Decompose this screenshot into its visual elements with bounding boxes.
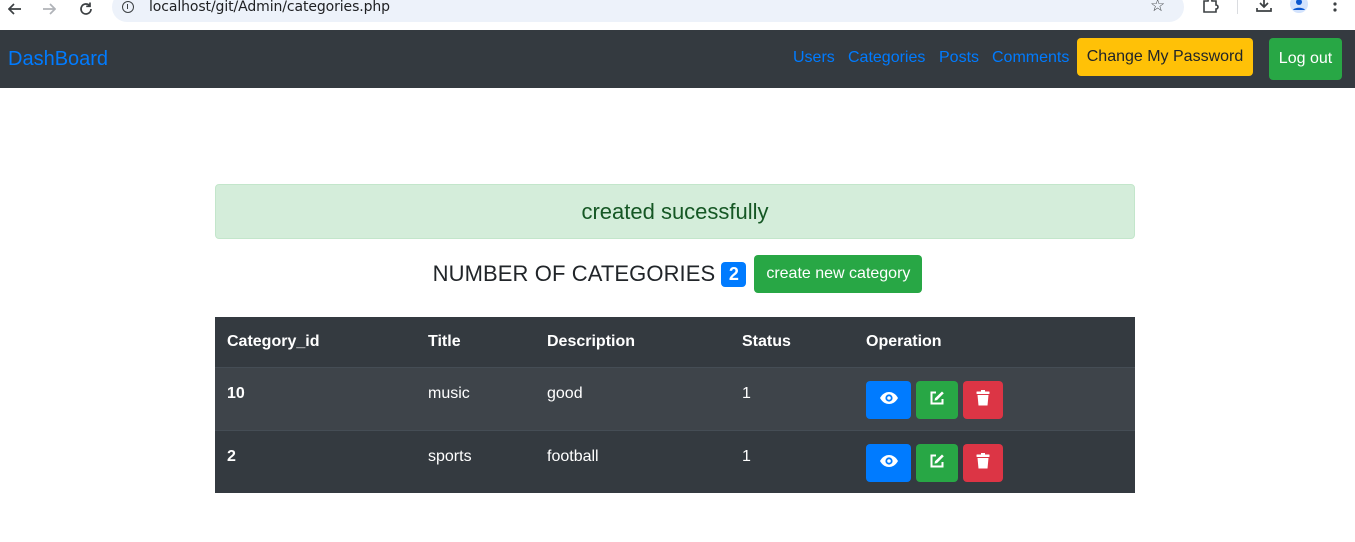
eye-icon: [879, 391, 899, 410]
brand-link[interactable]: DashBoard: [8, 48, 108, 71]
trash-icon: [976, 452, 990, 474]
nav-link-comments[interactable]: Comments: [992, 49, 1069, 67]
table-row: 2 sports football 1: [215, 430, 1135, 493]
delete-button[interactable]: [963, 444, 1003, 482]
url-text: localhost/git/Admin/categories.php: [149, 0, 390, 15]
header-status: Status: [742, 333, 791, 350]
view-button[interactable]: [866, 381, 911, 419]
table-header-row: Category_id Title Description Status Ope…: [215, 317, 1135, 367]
row-operations: [866, 381, 1008, 419]
row-operations: [866, 444, 1008, 482]
toolbar-divider: [1237, 0, 1238, 14]
alert-message: created sucessfully: [581, 198, 769, 224]
cell-status: 1: [742, 385, 751, 402]
success-alert: created sucessfully: [215, 184, 1135, 239]
nav-link-posts[interactable]: Posts: [939, 49, 979, 67]
edit-button[interactable]: [916, 444, 958, 482]
header-title: Title: [428, 333, 461, 350]
count-badge: 2: [721, 261, 747, 287]
cell-category-id: 2: [227, 448, 236, 465]
site-info-icon[interactable]: [122, 1, 134, 13]
reload-icon[interactable]: [74, 0, 98, 18]
edit-icon: [929, 390, 945, 411]
profile-avatar-icon[interactable]: [1289, 0, 1309, 19]
cell-status: 1: [742, 448, 751, 465]
table-row: 10 music good 1: [215, 367, 1135, 430]
bookmark-star-icon[interactable]: ☆: [1150, 0, 1165, 16]
header-operation: Operation: [866, 333, 942, 350]
top-navbar: DashBoard Users Categories Posts Comment…: [0, 30, 1355, 88]
forward-arrow-icon[interactable]: [37, 0, 61, 18]
nav-link-categories[interactable]: Categories: [848, 49, 925, 67]
cell-description: football: [547, 448, 599, 465]
extensions-icon[interactable]: [1202, 0, 1220, 18]
page-title: NUMBER OF CATEGORIES: [432, 261, 716, 286]
header-category-id: Category_id: [227, 333, 320, 350]
categories-summary: NUMBER OF CATEGORIES 2 create new catego…: [0, 255, 1355, 293]
eye-icon: [879, 454, 899, 473]
browser-toolbar: localhost/git/Admin/categories.php ☆: [0, 0, 1355, 30]
header-description: Description: [547, 333, 636, 350]
edit-button[interactable]: [916, 381, 958, 419]
categories-table: Category_id Title Description Status Ope…: [215, 317, 1135, 493]
create-category-button[interactable]: create new category: [754, 255, 923, 293]
edit-icon: [929, 453, 945, 474]
download-icon[interactable]: [1255, 0, 1273, 18]
change-password-button[interactable]: Change My Password: [1077, 38, 1253, 76]
nav-link-users[interactable]: Users: [793, 49, 835, 67]
cell-category-id: 10: [227, 385, 245, 402]
menu-kebab-icon[interactable]: [1332, 0, 1338, 17]
back-arrow-icon[interactable]: [3, 0, 27, 18]
cell-title: sports: [428, 448, 472, 465]
address-bar[interactable]: localhost/git/Admin/categories.php ☆: [112, 0, 1184, 22]
delete-button[interactable]: [963, 381, 1003, 419]
cell-title: music: [428, 385, 470, 402]
cell-description: good: [547, 385, 583, 402]
view-button[interactable]: [866, 444, 911, 482]
trash-icon: [976, 389, 990, 411]
logout-button[interactable]: Log out: [1269, 38, 1342, 80]
